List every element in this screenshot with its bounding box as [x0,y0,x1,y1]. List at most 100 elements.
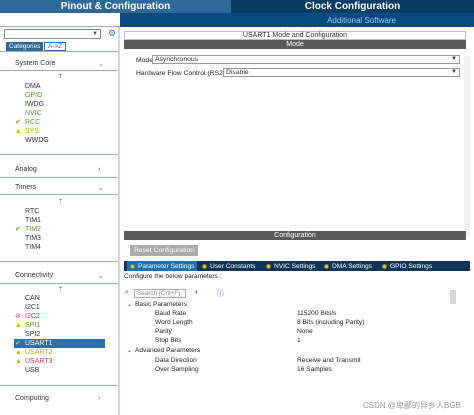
parameter-scrollbar[interactable] [450,290,456,304]
divider [0,194,119,195]
param-name: Parity [155,328,172,335]
collapse-icon: ⌄ [127,302,133,308]
chevron-right-icon: › [98,166,101,173]
subbar-left [0,13,120,27]
divider [0,385,119,386]
tab-pinout-configuration[interactable]: Pinout & Configuration [0,0,231,13]
configuration-bar: Configuration [124,231,466,240]
subbar-additional-software: Additional Software [120,13,474,27]
divider [0,154,119,155]
param-name: Baud Rate [155,310,187,317]
categories-panel: ▼ ⚙ Categories A->Z System Core ⌄ ⇡ DMA … [0,27,120,415]
check-icon: ✔ [15,226,21,233]
status-dot-icon [202,263,207,269]
sidebar-item-tim4[interactable]: TIM4 [25,243,41,252]
sidebar-item-wwdg[interactable]: WWDG [25,136,49,145]
sort-icon[interactable]: ⇡ [58,198,63,205]
chevron-right-icon: › [98,395,101,402]
sidebar-item-usart2[interactable]: ▲ USART2 [15,348,53,357]
chevron-down-icon: ⌄ [98,185,104,192]
sidebar-item-tim2[interactable]: ✔ TIM2 [15,225,41,234]
watermark: CSDN @卑鄙的异乡人BGB [363,401,461,410]
param-name: Word Length [155,319,193,326]
sidebar-item-sys[interactable]: ▲ SYS [15,127,39,136]
section-computing[interactable]: Computing › [15,395,115,402]
tab-clock-configuration[interactable]: Clock Configuration [231,0,474,13]
sidebar-item-i2c2[interactable]: ⊘ I2C2 [15,312,40,321]
section-label: System Core [15,60,56,67]
sidebar-item-tim3[interactable]: TIM3 [25,234,41,243]
param-name: Data Direction [155,357,197,364]
sidebar-item-spi1[interactable]: ▲ SPI1 [15,321,40,330]
mode-scrollbar[interactable] [464,56,470,236]
additional-software-link[interactable]: Additional Software [327,16,396,25]
chevron-down-icon: ▼ [451,56,457,62]
param-value[interactable]: Receive and Transmit [297,357,361,364]
sidebar-item-tim1[interactable]: TIM1 [25,216,41,225]
divider [0,261,119,262]
tab-parameter-settings[interactable]: Parameter Settings [127,261,197,271]
group-basic-parameters[interactable]: ⌄ Basic Parameters [127,301,187,308]
chevron-down-icon: ⌄ [98,273,104,280]
blocked-icon: ⊘ [15,313,21,320]
chevron-down-icon: ⌄ [98,61,104,68]
sidebar-item-rtc[interactable]: RTC [25,207,39,216]
group-advanced-parameters[interactable]: ⌄ Advanced Parameters [127,347,200,354]
tab-user-constants[interactable]: User Constants [199,261,261,271]
sidebar-item-can[interactable]: CAN [25,294,40,303]
sidebar-item-dma[interactable]: DMA [25,82,41,91]
mode-label: Mode [136,57,154,64]
sidebar-item-usb[interactable]: USB [25,366,39,375]
section-system-core[interactable]: System Core ⌄ [15,60,115,68]
reset-configuration-button[interactable]: Reset Configuration [130,245,198,256]
sidebar-item-iwdg[interactable]: IWDG [25,100,44,109]
category-search-select[interactable]: ▼ [4,29,101,39]
flow-control-select[interactable]: Disable ▼ [223,68,460,77]
tab-dma-settings[interactable]: DMA Settings [321,261,377,271]
section-analog[interactable]: Analog › [15,166,115,173]
status-dot-icon [130,263,135,269]
param-value[interactable]: 8 Bits (including Parity) [297,319,364,326]
mode-select[interactable]: Asynchronous ▼ [152,55,460,64]
param-value[interactable]: 16 Samples [297,366,332,373]
status-dot-icon [324,263,329,269]
tab-categories[interactable]: Categories [6,42,44,51]
mode-bar: Mode [124,40,466,49]
divider [0,283,119,284]
tab-nvic-settings[interactable]: NVIC Settings [263,261,319,271]
sidebar-item-spi2[interactable]: SPI2 [25,330,40,339]
warning-icon: ▲ [15,322,22,329]
warning-icon: ▲ [15,128,22,135]
section-connectivity[interactable]: Connectivity ⌄ [15,272,115,280]
param-value[interactable]: 115200 Bits/s [297,310,336,317]
panel-title: USART1 Mode and Configuration [124,31,466,40]
check-icon: ✔ [15,119,21,126]
gear-icon[interactable]: ⚙ [108,28,116,39]
status-dot-icon [382,263,387,269]
sort-icon[interactable]: ⇡ [58,73,63,80]
chevron-down-icon: ▼ [451,69,457,75]
sidebar-item-i2c1[interactable]: I2C1 [25,303,40,312]
tab-gpio-settings[interactable]: GPIO Settings [379,261,435,271]
warning-icon: ▲ [15,358,22,365]
divider [0,51,119,52]
sidebar-item-gpio[interactable]: GPIO [25,91,43,100]
param-value[interactable]: None [297,328,313,335]
config-caption: Configure the below parameters : [124,273,222,280]
tab-a-z[interactable]: A->Z [44,42,67,51]
search-options-icon[interactable]: ◐ [195,289,199,296]
sidebar-item-usart1[interactable]: ✔ USART1 [15,339,53,348]
info-icon[interactable]: ⓘ [217,289,224,299]
sidebar-item-nvic[interactable]: NVIC [25,109,42,118]
param-value[interactable]: 1 [297,337,301,344]
sidebar-item-rcc[interactable]: ✔ RCC [15,118,40,127]
search-icon: ⌕ [125,289,129,296]
divider [0,70,119,71]
parameter-search-input[interactable]: Search (Crtl+F) [134,289,186,298]
sort-icon[interactable]: ⇡ [58,286,63,293]
section-timers[interactable]: Timers ⌄ [15,184,115,192]
status-dot-icon [266,263,271,269]
divider [0,177,119,178]
chevron-down-icon: ▼ [92,31,98,37]
sidebar-item-usart3[interactable]: ▲ USART3 [15,357,53,366]
